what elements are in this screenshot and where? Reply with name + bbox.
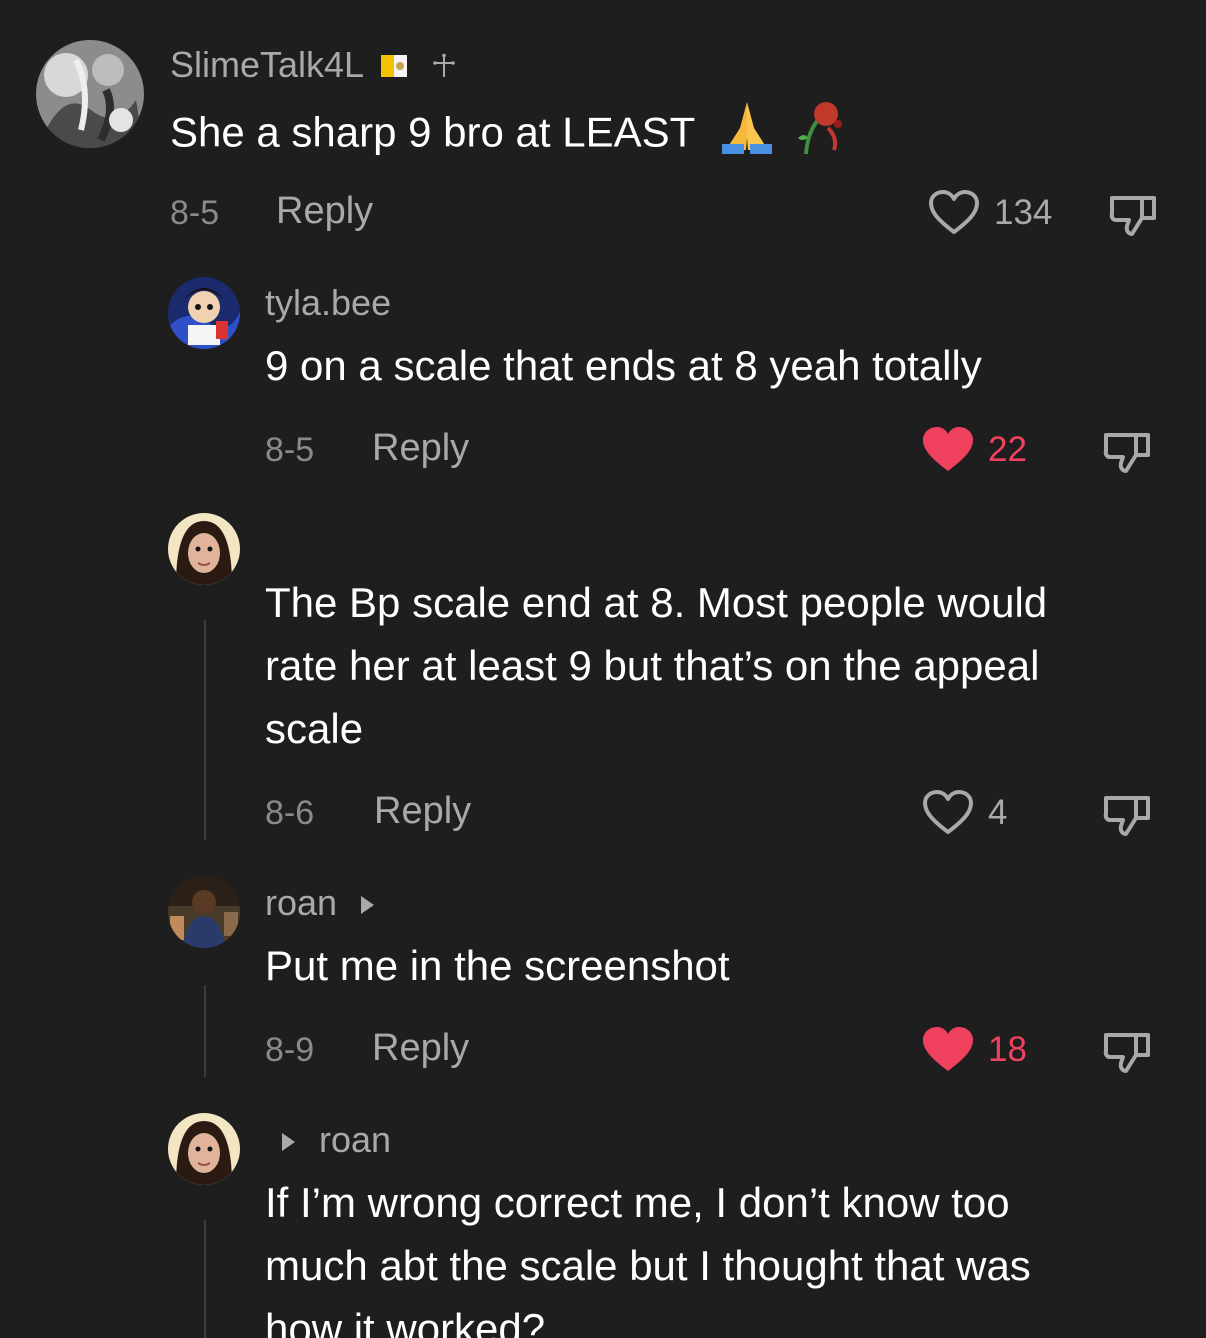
reply-button[interactable]: Reply xyxy=(276,190,373,233)
dislike-button[interactable] xyxy=(1102,1029,1152,1080)
avatar[interactable] xyxy=(36,40,144,148)
thread-line xyxy=(204,985,206,1077)
dislike-button[interactable] xyxy=(1102,792,1152,843)
avatar[interactable] xyxy=(168,876,240,948)
avatar[interactable] xyxy=(168,1113,240,1185)
avatar[interactable] xyxy=(168,513,240,585)
avatar[interactable] xyxy=(168,277,240,349)
thumbs-down-icon xyxy=(1103,1033,1150,1073)
comment-date: 8-6 xyxy=(265,794,315,832)
like-count: 22 xyxy=(988,430,1027,469)
comment-date: 8-5 xyxy=(170,194,220,232)
heart-outline-icon xyxy=(923,790,973,834)
dislike-button[interactable] xyxy=(1108,192,1158,243)
reply-button[interactable]: Reply xyxy=(374,790,471,833)
like-button[interactable]: 18 xyxy=(922,1027,1027,1073)
username-text: roan xyxy=(265,882,338,923)
vatican-flag-icon xyxy=(380,46,407,88)
comment-date: 8-9 xyxy=(265,1031,315,1069)
cross-icon xyxy=(431,46,457,88)
comment-text: Put me in the screenshot xyxy=(265,942,730,989)
comment-username[interactable]: SlimeTalk4L xyxy=(170,44,457,88)
like-count: 134 xyxy=(994,193,1053,232)
thumbs-down-icon xyxy=(1103,433,1150,473)
thread-line xyxy=(204,620,206,840)
comment-username[interactable]: roan xyxy=(265,882,375,924)
comment-text: She a sharp 9 bro at LEAST xyxy=(170,98,848,173)
like-button[interactable]: 134 xyxy=(928,190,1052,236)
heart-filled-icon xyxy=(923,427,973,471)
praying-hands-icon xyxy=(718,98,776,173)
dislike-button[interactable] xyxy=(1102,429,1152,480)
comment-date: 8-5 xyxy=(265,431,315,469)
wilted-rose-icon xyxy=(788,98,848,173)
comment-text-line: how it worked? xyxy=(265,1305,546,1338)
like-button[interactable]: 4 xyxy=(922,790,1007,836)
like-button[interactable]: 22 xyxy=(922,427,1027,473)
thread-line xyxy=(204,1220,206,1338)
thumbs-down-icon xyxy=(1103,796,1150,836)
thumbs-down-icon xyxy=(1109,196,1156,236)
comment-text-content: She a sharp 9 bro at LEAST xyxy=(170,108,695,156)
like-count: 18 xyxy=(988,1030,1027,1069)
comment-text-line: rate her at least 9 but that’s on the ap… xyxy=(265,642,1040,689)
heart-filled-icon xyxy=(923,1027,973,1071)
comment-text-line: scale xyxy=(265,705,364,752)
play-arrow-icon xyxy=(361,896,375,915)
username-text: SlimeTalk4L xyxy=(170,44,363,85)
heart-outline-icon xyxy=(929,190,979,234)
comments-page: SlimeTalk4L She a sharp 9 bro at LEAST 8… xyxy=(0,0,1206,1338)
reply-to-username: roan xyxy=(319,1119,392,1160)
comment-text: 9 on a scale that ends at 8 yeah totally xyxy=(265,342,982,389)
comment-text-line: much abt the scale but I thought that wa… xyxy=(265,1242,1031,1289)
play-arrow-icon xyxy=(282,1133,295,1152)
reply-button[interactable]: Reply xyxy=(372,427,469,470)
comment-username[interactable]: tyla.bee xyxy=(265,282,391,324)
like-count: 4 xyxy=(988,793,1008,832)
comment-text-line: The Bp scale end at 8. Most people would xyxy=(265,579,1048,626)
reply-button[interactable]: Reply xyxy=(372,1027,469,1070)
reply-to-label[interactable]: roan xyxy=(282,1119,391,1161)
comment-text-line: If I’m wrong correct me, I don’t know to… xyxy=(265,1179,1010,1226)
